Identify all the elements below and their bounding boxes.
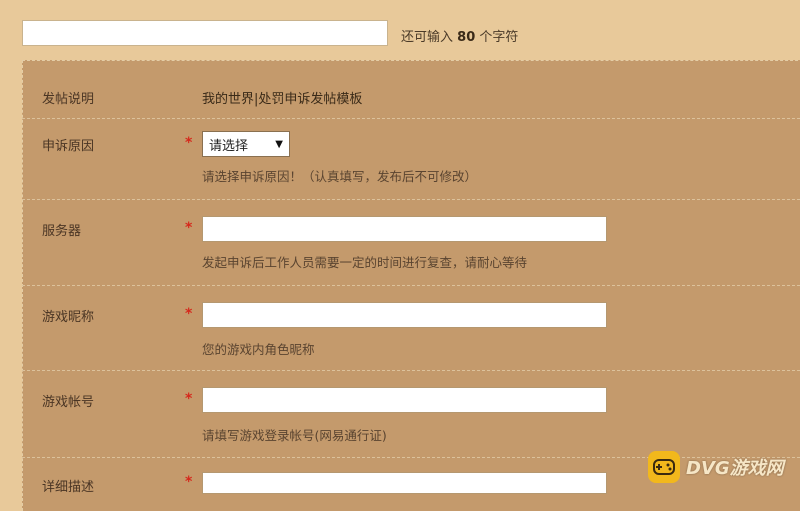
required-mark: * [185,474,193,490]
nickname-hint: 您的游戏内角色昵称 [202,342,315,357]
post-title-input[interactable] [22,20,388,46]
required-mark: * [185,135,193,151]
reason-label: 申诉原因 [42,139,95,154]
description-label: 发帖说明 [42,92,95,107]
account-hint: 请填写游戏登录帐号(网易通行证) [202,428,387,443]
remaining-chars-count: 80 [457,30,476,45]
reason-select-value: 请选择 [209,138,249,154]
row-divider [22,370,800,371]
server-hint: 发起申诉后工作人员需要一定的时间进行复查，请耐心等待 [202,255,528,270]
template-name: 我的世界|处罚申诉发帖模板 [202,92,363,107]
nickname-label: 游戏昵称 [42,310,95,325]
server-input[interactable] [202,216,607,242]
row-divider [22,118,800,119]
gamepad-icon [648,451,680,483]
reason-select[interactable]: 请选择 ▼ [202,131,290,157]
account-label: 游戏帐号 [42,395,95,410]
detail-input[interactable] [202,472,607,494]
account-input[interactable] [202,387,607,413]
row-divider [22,199,800,200]
required-mark: * [185,306,193,322]
detail-label: 详细描述 [42,480,95,495]
required-mark: * [185,391,193,407]
reason-hint: 请选择申诉原因！（认真填写，发布后不可修改） [202,169,478,184]
title-char-counter: 还可输入 80 个字符 [401,30,519,45]
row-divider [22,285,800,286]
watermark-text: DVG游戏网 [686,458,784,479]
required-mark: * [185,220,193,236]
nickname-input[interactable] [202,302,607,328]
dropdown-arrow-icon: ▼ [275,138,283,150]
server-label: 服务器 [42,224,82,239]
site-watermark: DVG游戏网 [648,451,784,483]
